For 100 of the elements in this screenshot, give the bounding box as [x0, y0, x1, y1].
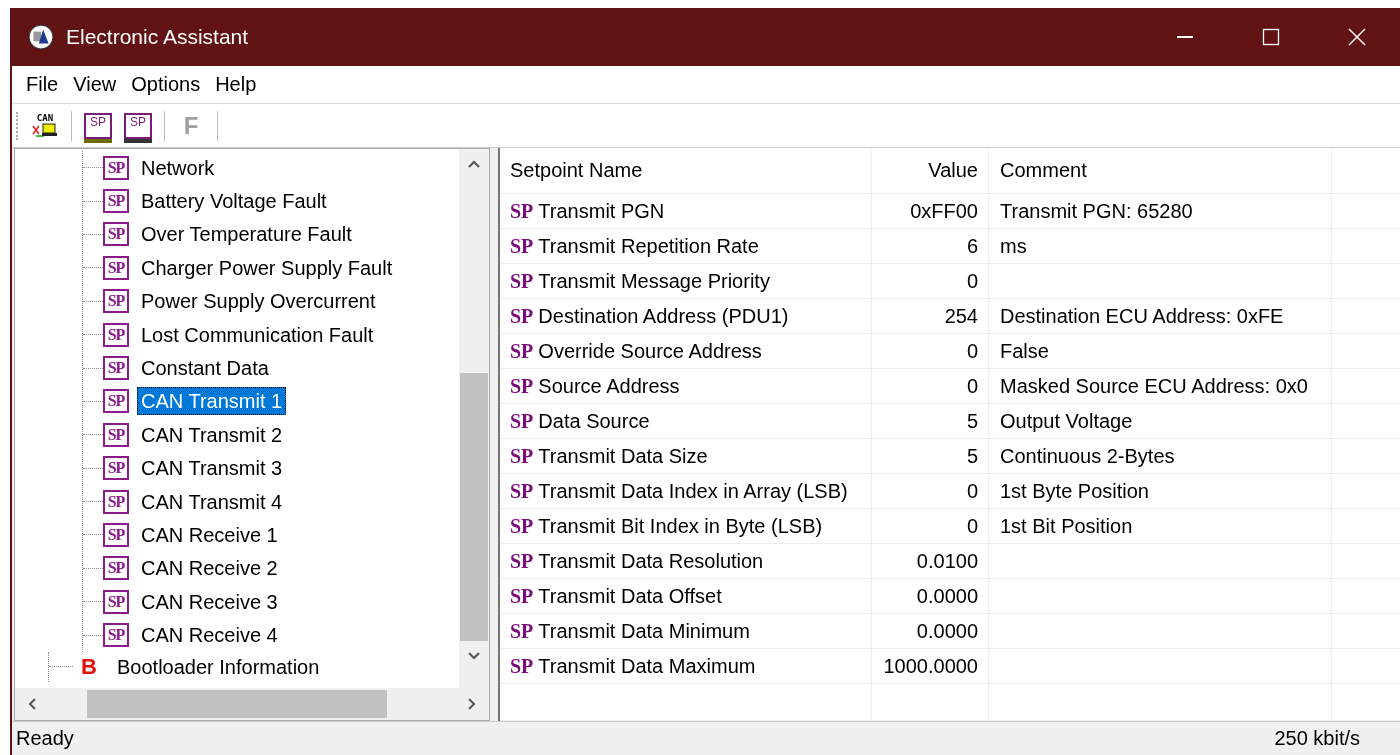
table-cell: Transmit Data Index in Array (LSB): [538, 479, 848, 503]
setpoint-icon: SP: [103, 322, 129, 347]
setpoint-icon: SP: [510, 444, 534, 468]
tree-item[interactable]: Charger Power Supply Fault: [137, 253, 397, 282]
table-cell: Transmit Message Priority: [538, 269, 770, 293]
tree-item[interactable]: CAN Transmit 4: [137, 487, 287, 516]
tree-item[interactable]: CAN Receive 3: [137, 587, 282, 616]
setpoint-icon: SP: [103, 456, 129, 481]
setpoint-icon: SP: [103, 255, 129, 280]
table-cell: Transmit Data Offset: [538, 584, 722, 608]
table-cell: Masked Source ECU Address: 0x0: [1000, 374, 1308, 398]
table-cell: Transmit PGN: 65280: [1000, 199, 1193, 223]
setpoint-icon: SP: [103, 523, 129, 547]
close-icon: [1348, 28, 1366, 46]
tree-item[interactable]: Bootloader Information: [113, 652, 324, 681]
table-cell: 0.0000: [916, 619, 978, 643]
menu-item[interactable]: Options: [125, 73, 210, 96]
table-cell: Data Source: [538, 409, 650, 433]
table-cell: Continuous 2-Bytes: [1000, 444, 1175, 468]
table-cell: Transmit Data Resolution: [538, 549, 764, 573]
minimize-icon: [1177, 36, 1193, 38]
table-cell: Transmit Data Size: [538, 444, 708, 468]
tree-item[interactable]: Constant Data: [137, 354, 273, 383]
table-cell: 5: [966, 409, 978, 433]
setpoint-icon: SP: [103, 155, 129, 180]
setpoint-icon: SP: [103, 623, 129, 648]
setpoint-icon: SP: [510, 619, 534, 643]
setpoint-icon: SP: [510, 234, 534, 258]
status-text: Ready: [16, 727, 74, 750]
table-cell: Transmit Data Maximum: [538, 654, 756, 678]
table-cell: 0: [966, 269, 978, 293]
tree-item[interactable]: CAN Transmit 3: [137, 454, 287, 483]
tree-item[interactable]: Over Temperature Fault: [137, 220, 356, 249]
app-logo-icon: [28, 24, 54, 50]
column-header[interactable]: Comment: [989, 148, 1332, 193]
table-cell: 1000.0000: [883, 654, 978, 678]
table-cell: 0: [966, 479, 978, 503]
tree-item[interactable]: CAN Transmit 2: [137, 420, 287, 449]
table-cell: 254: [944, 304, 978, 328]
table-cell: Transmit Bit Index in Byte (LSB): [538, 514, 823, 538]
table-cell: 1st Bit Position: [1000, 514, 1133, 538]
setpoint-icon: SP: [510, 409, 534, 433]
tree-item[interactable]: CAN Receive 1: [137, 521, 282, 549]
table-cell: Source Address: [538, 374, 680, 398]
setpoint-icon: SP: [510, 269, 534, 293]
window-title: Electronic Assistant: [66, 25, 249, 49]
tree-item[interactable]: CAN Receive 4: [137, 621, 282, 650]
setpoint-icon: SP: [103, 389, 129, 414]
scroll-left-icon[interactable]: [27, 697, 37, 711]
setpoint-icon: SP: [103, 556, 129, 581]
table-cell: 0.0000: [916, 584, 978, 608]
table-cell: 0.0100: [916, 549, 978, 573]
setpoint-icon: SP: [510, 654, 534, 678]
table-cell: Transmit PGN: [538, 199, 665, 223]
scroll-down-icon[interactable]: [467, 651, 481, 661]
setpoint-icon: SP: [510, 549, 534, 573]
setpoint-icon: SP: [510, 479, 534, 503]
scroll-right-icon[interactable]: [467, 697, 477, 711]
setpoint-icon: SP: [510, 584, 534, 608]
table-cell: Override Source Address: [538, 339, 762, 363]
table-cell: 0: [966, 339, 978, 363]
menu-item[interactable]: File: [20, 73, 68, 96]
tree-item[interactable]: CAN Receive 2: [137, 554, 282, 583]
setpoint-icon: SP: [103, 289, 129, 314]
column-header[interactable]: Setpoint Name: [500, 148, 872, 193]
setpoint-icon: SP: [103, 589, 129, 614]
vertical-scrollbar[interactable]: [459, 149, 489, 688]
table-cell: ms: [1000, 234, 1027, 258]
setpoint-icon: SP: [103, 356, 129, 381]
menu-item[interactable]: View: [67, 73, 126, 96]
setpoint-icon: SP: [510, 374, 534, 398]
scroll-up-icon[interactable]: [467, 159, 481, 169]
setpoint-icon: SP: [510, 199, 534, 223]
bitrate-text: 250 kbit/s: [1274, 727, 1360, 750]
setpoint-icon: SP: [103, 222, 129, 247]
tree-item[interactable]: Battery Voltage Fault: [137, 187, 331, 216]
setpoint-icon: SP: [510, 514, 534, 538]
horizontal-scrollbar[interactable]: [15, 688, 489, 720]
maximize-icon: [1262, 28, 1280, 46]
table-cell: 1st Byte Position: [1000, 479, 1149, 503]
column-header[interactable]: Value: [872, 148, 989, 193]
table-cell: Transmit Data Minimum: [538, 619, 750, 643]
table-cell: Destination ECU Address: 0xFE: [1000, 304, 1284, 328]
tree-item[interactable]: CAN Transmit 1: [137, 387, 287, 416]
table-cell: 6: [966, 234, 978, 258]
bootloader-icon: B: [81, 653, 103, 680]
tree-item[interactable]: Power Supply Overcurrent: [137, 287, 380, 316]
table-cell: 0: [966, 514, 978, 538]
tree-item[interactable]: Network: [137, 153, 219, 182]
setpoint-icon: SP: [103, 422, 129, 447]
table-cell: 5: [966, 444, 978, 468]
menu-item[interactable]: Help: [209, 73, 266, 96]
table-cell: 0: [966, 374, 978, 398]
setpoint-icon: SP: [103, 489, 129, 514]
table-cell: Output Voltage: [1000, 409, 1133, 433]
tree-item[interactable]: Lost Communication Fault: [137, 320, 378, 349]
table-cell: Transmit Repetition Rate: [538, 234, 759, 258]
table-cell: False: [1000, 339, 1049, 363]
setpoint-icon: SP: [510, 339, 534, 363]
table-cell: 0xFF00: [910, 199, 978, 223]
